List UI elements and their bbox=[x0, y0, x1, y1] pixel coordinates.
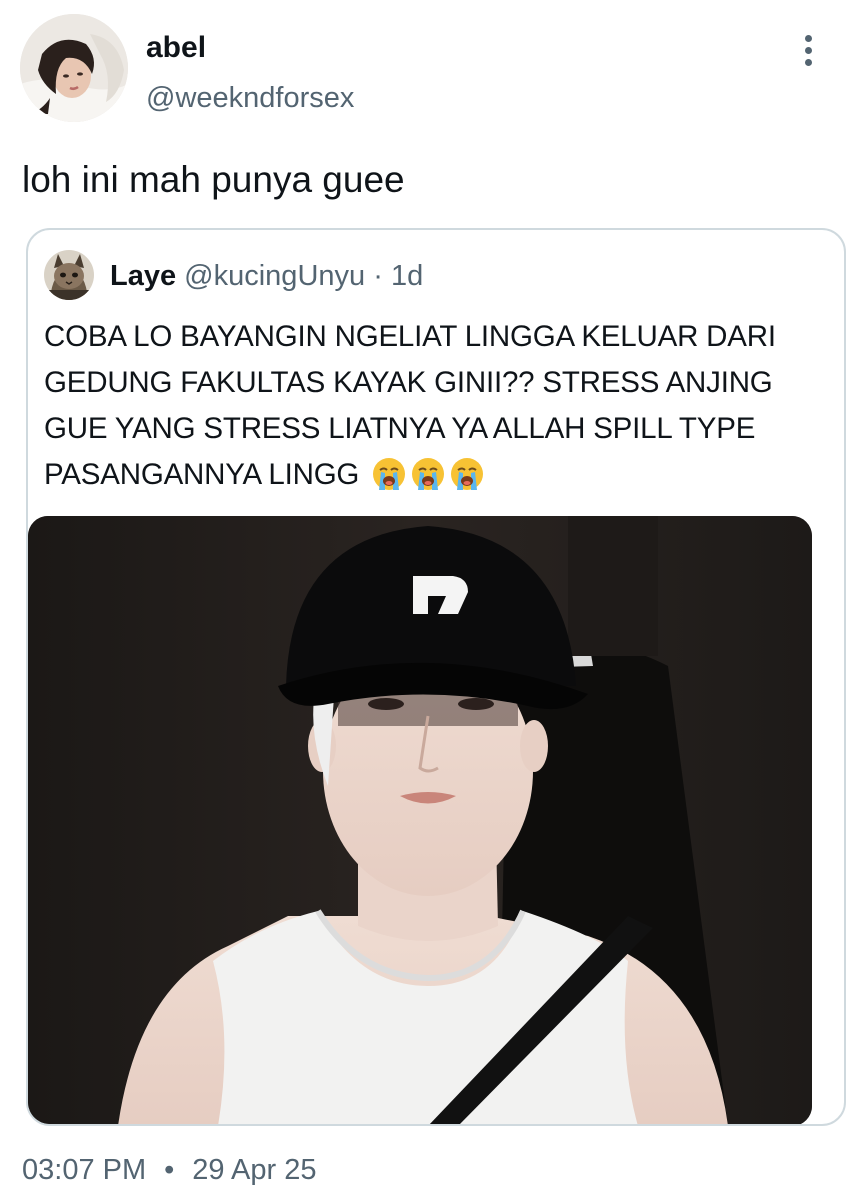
more-dot bbox=[804, 34, 812, 42]
quote-text-block: COBA LO BAYANGIN NGELIAT LINGGA KELUAR D… bbox=[44, 314, 834, 498]
author-avatar[interactable] bbox=[20, 14, 128, 122]
author-display-name[interactable]: abel bbox=[146, 30, 206, 66]
profile-photo-icon bbox=[20, 14, 128, 122]
quote-header: Laye @kucingUnyu · 1d bbox=[110, 258, 423, 294]
quote-timestamp[interactable]: 1d bbox=[391, 260, 423, 292]
quote-author-avatar[interactable] bbox=[44, 250, 94, 300]
quote-author-name[interactable]: Laye bbox=[110, 260, 176, 292]
tweet-date: 29 Apr 25 bbox=[192, 1154, 317, 1186]
more-dot bbox=[804, 58, 812, 66]
tweet-timestamp[interactable]: 03:07 PM • 29 Apr 25 bbox=[22, 1152, 316, 1188]
quote-author-handle[interactable]: @kucingUnyu bbox=[184, 260, 365, 292]
cat-avatar-icon bbox=[44, 250, 94, 300]
tweet-text: loh ini mah punya guee bbox=[22, 159, 405, 200]
more-options-icon[interactable] bbox=[788, 30, 828, 70]
author-handle[interactable]: @weekndforsex bbox=[146, 80, 354, 116]
loudly-crying-face-icon bbox=[451, 458, 484, 490]
tweet-time: 03:07 PM bbox=[22, 1154, 147, 1186]
emoji-group bbox=[371, 456, 485, 492]
loudly-crying-face-icon bbox=[373, 458, 406, 490]
quote-media-photo[interactable] bbox=[28, 516, 812, 1124]
quote-meta-separator: · bbox=[373, 260, 383, 292]
loudly-crying-face-icon bbox=[412, 458, 445, 490]
more-dot bbox=[804, 46, 812, 54]
photo-man-cap-icon bbox=[28, 516, 812, 1124]
tweet: abel @weekndforsex loh ini mah punya gue… bbox=[0, 0, 851, 1200]
footer-separator: • bbox=[164, 1154, 175, 1186]
quoted-tweet[interactable]: Laye @kucingUnyu · 1d COBA LO BAYANGIN N… bbox=[26, 228, 846, 1126]
